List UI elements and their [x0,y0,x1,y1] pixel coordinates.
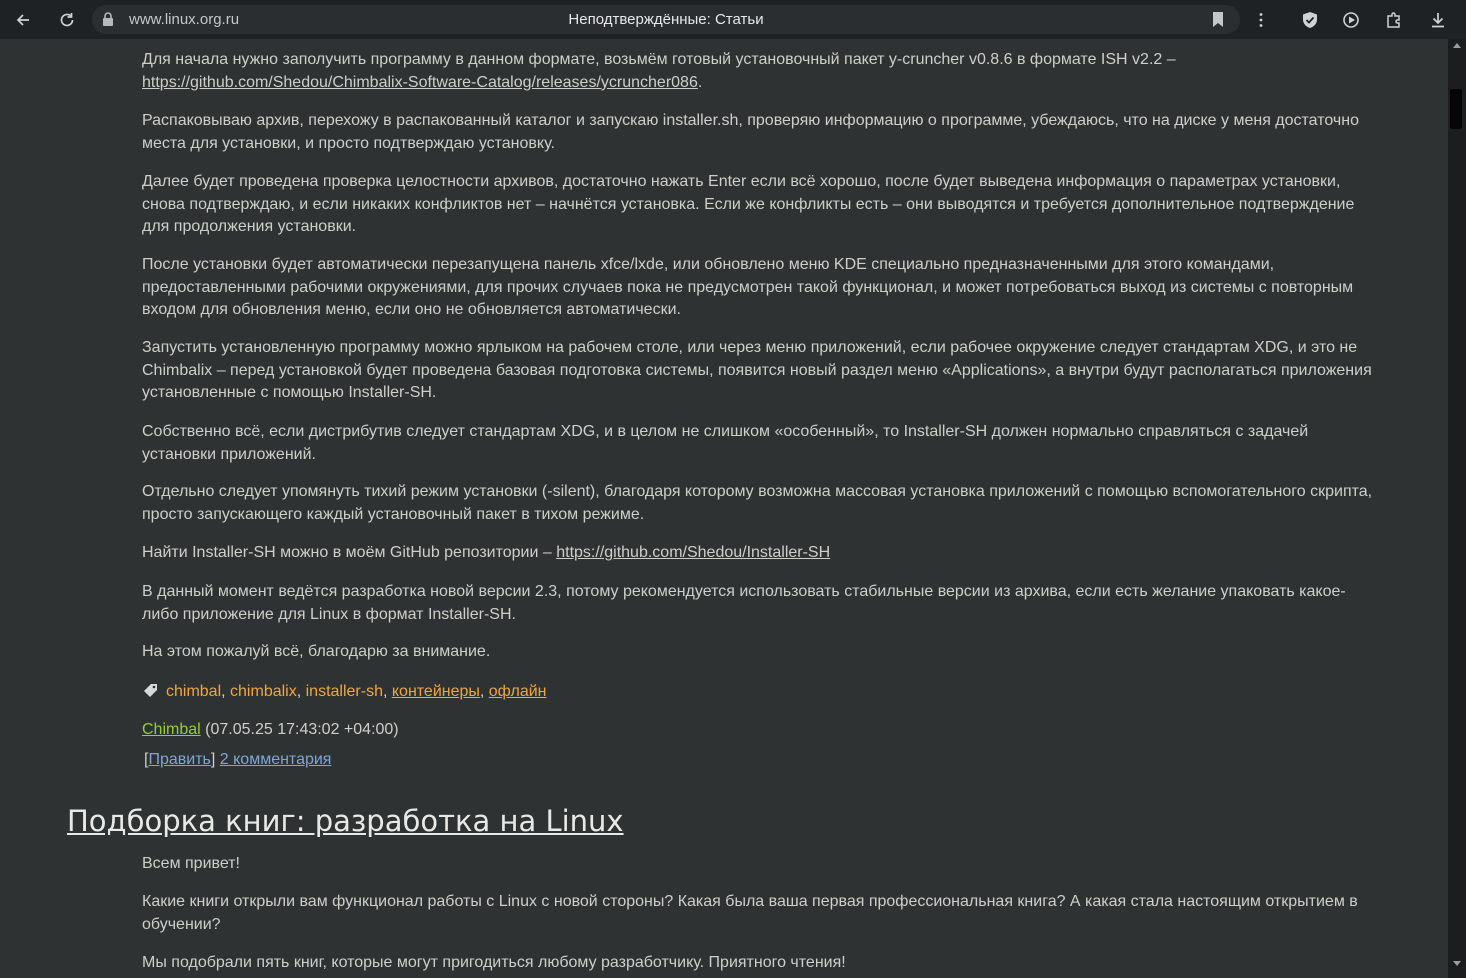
scroll-down-arrow-icon[interactable] [1453,961,1461,966]
article-paragraph: Найти Installer-SH можно в моём GitHub р… [142,544,831,561]
scrollbar[interactable] [1448,39,1466,978]
tag-offline[interactable]: офлайн [489,683,547,700]
article-paragraph: Мы подобрали пять книг, которые могут пр… [142,954,846,971]
back-icon [16,14,29,26]
shield-icon [1303,12,1317,28]
tab-title: Неподтверждённые: Статьи [568,11,764,28]
media-icon [1343,12,1359,28]
downloads-button[interactable] [1425,7,1451,33]
article-paragraph: Какие книги открыли вам функционал работ… [142,893,1358,933]
tag-chimbalix[interactable]: chimbalix [230,683,297,700]
bookmark-icon[interactable] [1210,11,1226,28]
article-paragraph: Далее будет проведена проверка целостнос… [142,173,1355,236]
back-button[interactable] [10,7,36,33]
scroll-up-arrow-icon[interactable] [1453,43,1461,48]
article-paragraph: После установки будет автоматически пере… [142,256,1354,319]
reload-button[interactable] [54,7,80,33]
address-bar[interactable]: www.linux.org.ru Неподтверждённые: Стать… [92,5,1240,34]
comments-link[interactable]: 2 комментария [220,751,332,768]
article-paragraph: Всем привет! [142,855,240,872]
download-icon [1432,13,1444,28]
shield-extension-button[interactable] [1297,7,1323,33]
page-content: Для начала нужно заполучить программу в … [0,39,1448,978]
article-paragraph: Собственно всё, если дистрибутив следует… [142,423,1309,463]
ycruncher-release-link[interactable]: https://github.com/Shedou/Chimbalix-Soft… [142,74,698,91]
article-paragraph: Отдельно следует упомянуть тихий режим у… [142,483,1373,523]
post-date: (07.05.25 17:43:02 +04:00) [205,721,399,738]
extensions-button[interactable] [1381,7,1407,33]
author-line: Chimbal (07.05.25 17:43:02 +04:00) [142,719,399,741]
edit-link[interactable]: Править [148,751,210,768]
media-extension-button[interactable] [1338,7,1364,33]
article-paragraph: На этом пожалуй всё, благодарю за вниман… [142,643,491,660]
menu-button[interactable] [1248,7,1274,33]
tag-list: chimbal, chimbalix, installer-sh, контей… [142,681,547,703]
extensions-icon [1387,12,1400,28]
tag-icon [144,684,157,697]
browser-toolbar: www.linux.org.ru Неподтверждённые: Стать… [0,0,1466,39]
tag-containers[interactable]: контейнеры [392,683,480,700]
tag-chimbal[interactable]: chimbal [166,683,221,700]
installer-sh-repo-link[interactable]: https://github.com/Shedou/Installer-SH [556,544,830,561]
reload-icon [60,13,74,27]
article-paragraph: Для начала нужно заполучить программу в … [142,51,1176,91]
scroll-thumb[interactable] [1450,89,1462,129]
article-actions: [Править] 2 комментария [144,751,332,768]
tag-installer-sh[interactable]: installer-sh [306,683,383,700]
article-title[interactable]: Подборка книг: разработка на Linux [67,801,624,841]
more-icon [1259,13,1263,27]
author-link[interactable]: Chimbal [142,721,201,738]
article-paragraph: В данный момент ведётся разработка новой… [142,583,1346,623]
article-paragraph: Запустить установленную программу можно … [142,339,1372,402]
article-paragraph: Распаковываю архив, перехожу в распакова… [142,112,1359,152]
